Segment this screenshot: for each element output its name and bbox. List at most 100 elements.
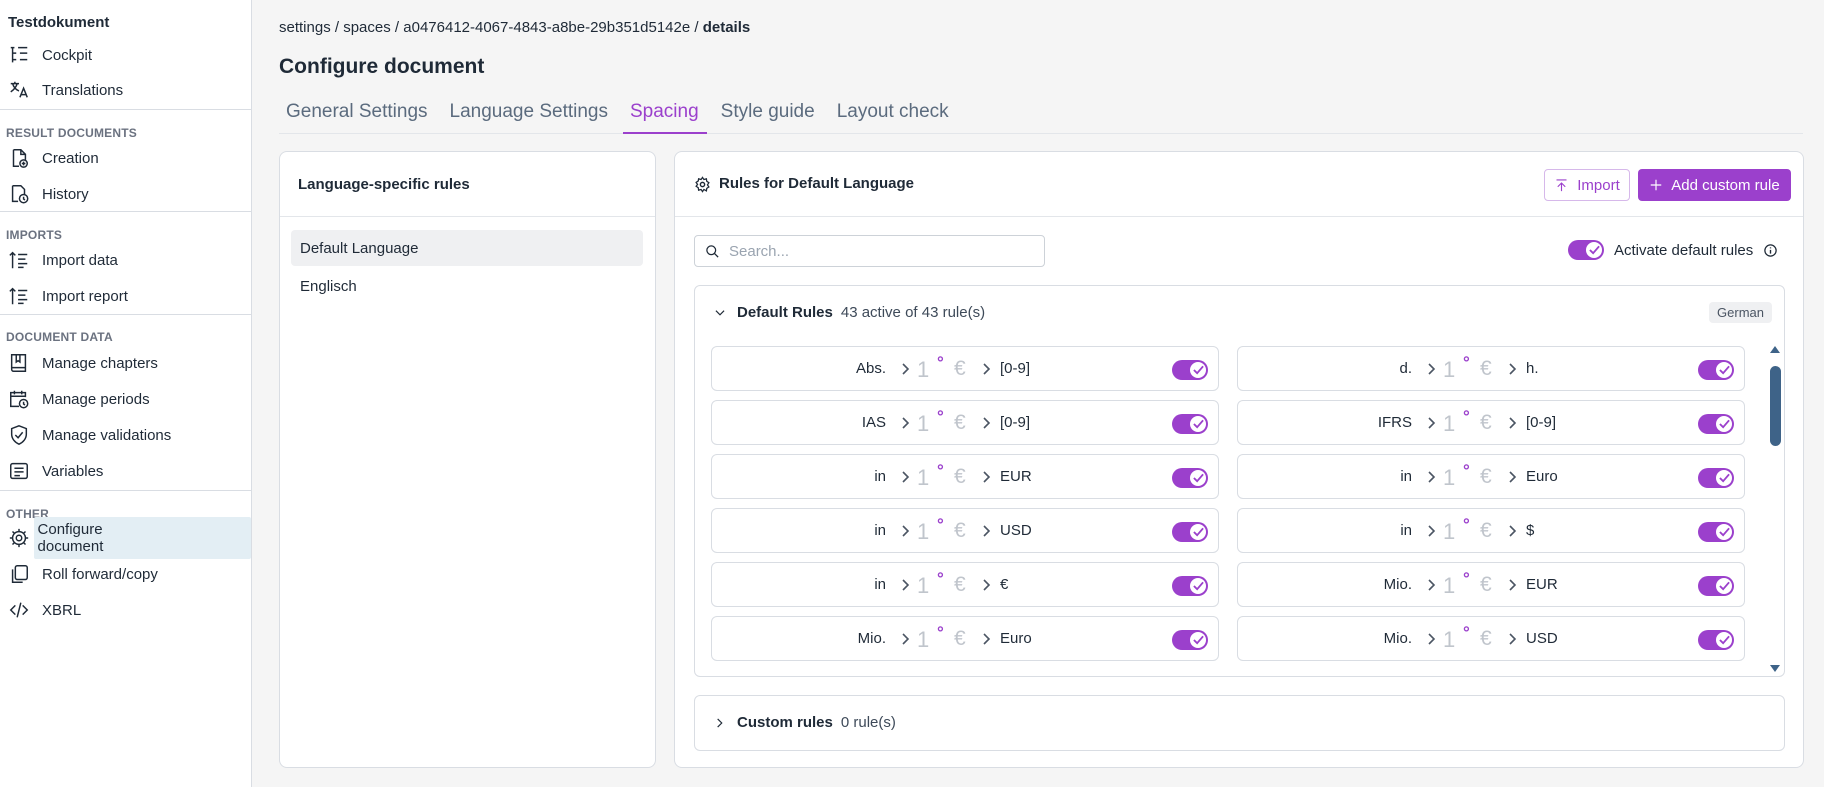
scroll-down-arrow[interactable] xyxy=(1770,665,1780,672)
sidebar-item-manage-validations[interactable]: Manage validations xyxy=(8,421,171,449)
chevron-right-icon xyxy=(983,633,991,645)
rule-toggle[interactable] xyxy=(1172,414,1208,434)
rule-toggle[interactable] xyxy=(1698,576,1734,596)
rule-toggle[interactable] xyxy=(1172,630,1208,650)
chevron-right-icon xyxy=(902,633,910,645)
custom-rules-section: Custom rules 0 rule(s) xyxy=(694,695,1785,751)
rule-card[interactable]: in 1 ° € Euro xyxy=(1237,454,1745,499)
tab-general-settings[interactable]: General Settings xyxy=(279,94,436,133)
search-input[interactable] xyxy=(729,242,1029,260)
rule-before: in xyxy=(874,468,886,485)
breadcrumb-space-id[interactable]: a0476412-4067-4843-a8be-29b351d5142e xyxy=(403,19,690,36)
rule-sample-digit: 1 xyxy=(1443,357,1456,382)
breadcrumb-spaces[interactable]: spaces xyxy=(343,19,391,36)
sidebar-item-import-report[interactable]: Import report xyxy=(8,282,128,310)
rule-toggle[interactable] xyxy=(1172,522,1208,542)
chevron-right-icon xyxy=(902,471,910,483)
breadcrumb-separator: / xyxy=(390,19,404,36)
rule-card[interactable]: IFRS 1 ° € [0-9] xyxy=(1237,400,1745,445)
history-icon xyxy=(8,183,36,205)
rule-card[interactable]: IAS 1 ° € [0-9] xyxy=(711,400,1219,445)
add-custom-rule-button[interactable]: Add custom rule xyxy=(1638,169,1791,201)
rule-toggle[interactable] xyxy=(1698,468,1734,488)
sidebar-item-xbrl[interactable]: XBRL xyxy=(8,596,81,624)
import-button[interactable]: Import xyxy=(1544,169,1630,201)
rule-toggle[interactable] xyxy=(1698,630,1734,650)
rule-after: EUR xyxy=(1000,468,1032,485)
activate-default-rules-toggle[interactable] xyxy=(1568,240,1604,260)
language-item-default[interactable]: Default Language xyxy=(291,230,643,266)
sidebar-item-manage-chapters[interactable]: Manage chapters xyxy=(8,349,158,377)
check-icon xyxy=(1193,419,1204,429)
language-panel: Language-specific rules Default Language… xyxy=(279,151,656,768)
search-box[interactable] xyxy=(694,235,1045,267)
rule-sample-currency: € xyxy=(954,465,966,488)
rule-toggle[interactable] xyxy=(1172,360,1208,380)
rule-card[interactable]: Abs. 1 ° € [0-9] xyxy=(711,346,1219,391)
rule-card[interactable]: in 1 ° € $ xyxy=(1237,508,1745,553)
rule-toggle[interactable] xyxy=(1698,522,1734,542)
chevron-right-icon xyxy=(1509,633,1517,645)
chevron-right-icon xyxy=(983,471,991,483)
rule-card[interactable]: Mio. 1 ° € EUR xyxy=(1237,562,1745,607)
rule-toggle[interactable] xyxy=(1172,576,1208,596)
rule-card[interactable]: Mio. 1 ° € Euro xyxy=(711,616,1219,661)
tab-bar: General Settings Language Settings Spaci… xyxy=(279,94,1803,134)
sidebar-item-label: History xyxy=(42,185,89,203)
chevron-right-icon xyxy=(902,363,910,375)
chevron-right-icon xyxy=(983,579,991,591)
rule-sample-currency: € xyxy=(1480,357,1492,380)
rule-sample-digit: 1 xyxy=(917,465,930,490)
creation-icon xyxy=(8,147,36,169)
sidebar-divider xyxy=(0,314,251,315)
rule-card[interactable]: in 1 ° € € xyxy=(711,562,1219,607)
rule-toggle[interactable] xyxy=(1172,468,1208,488)
rule-card[interactable]: Mio. 1 ° € USD xyxy=(1237,616,1745,661)
language-item-englisch[interactable]: Englisch xyxy=(291,268,643,304)
rule-before: in xyxy=(1400,522,1412,539)
rule-before: Mio. xyxy=(857,630,886,647)
rule-before: in xyxy=(1400,468,1412,485)
scroll-up-arrow[interactable] xyxy=(1770,346,1780,353)
tab-spacing[interactable]: Spacing xyxy=(623,94,707,134)
sidebar-item-configure-document[interactable]: Configure document xyxy=(8,517,251,559)
tab-style-guide[interactable]: Style guide xyxy=(714,94,823,133)
sidebar-item-manage-periods[interactable]: Manage periods xyxy=(8,385,150,413)
rule-card[interactable]: in 1 ° € USD xyxy=(711,508,1219,553)
breadcrumb-current: details xyxy=(702,19,751,36)
rule-toggle[interactable] xyxy=(1698,360,1734,380)
sidebar-item-creation[interactable]: Creation xyxy=(8,144,99,172)
default-rules-header[interactable]: Default Rules 43 active of 43 rule(s) xyxy=(713,304,985,321)
sidebar-item-label: Import data xyxy=(42,251,118,269)
chevron-right-icon xyxy=(902,417,910,429)
sidebar-divider xyxy=(0,490,251,491)
chevron-right-icon xyxy=(902,525,910,537)
tab-language-settings[interactable]: Language Settings xyxy=(443,94,616,133)
rule-card[interactable]: in 1 ° € EUR xyxy=(711,454,1219,499)
rule-toggle[interactable] xyxy=(1698,414,1734,434)
rule-card[interactable]: d. 1 ° € h. xyxy=(1237,346,1745,391)
sidebar-item-cockpit[interactable]: Cockpit xyxy=(8,41,92,69)
rule-sample-degree: ° xyxy=(937,569,944,588)
breadcrumb-settings[interactable]: settings xyxy=(279,19,331,36)
sidebar-item-variables[interactable]: Variables xyxy=(8,457,103,485)
scroll-thumb[interactable] xyxy=(1770,366,1781,446)
sidebar-item-translations[interactable]: Translations xyxy=(8,76,123,104)
default-rules-section: Default Rules 43 active of 43 rule(s) Ge… xyxy=(694,285,1785,677)
chevron-right-icon xyxy=(1428,579,1436,591)
breadcrumb: settings / spaces / a0476412-4067-4843-a… xyxy=(279,19,750,36)
rule-before: Mio. xyxy=(1383,630,1412,647)
sidebar-item-roll-forward[interactable]: Roll forward/copy xyxy=(8,560,158,588)
rule-after: [0-9] xyxy=(1000,414,1031,431)
rule-sample-degree: ° xyxy=(1463,407,1470,426)
rules-panel-title: Rules for Default Language xyxy=(719,175,915,192)
scrollbar[interactable] xyxy=(1769,346,1781,672)
chevron-right-icon xyxy=(1428,633,1436,645)
info-icon[interactable] xyxy=(1763,243,1778,258)
sidebar-item-history[interactable]: History xyxy=(8,180,89,208)
tab-layout-check[interactable]: Layout check xyxy=(830,94,957,133)
custom-rules-header[interactable]: Custom rules 0 rule(s) xyxy=(713,714,896,731)
rule-before: IFRS xyxy=(1377,414,1412,431)
sidebar-item-import-data[interactable]: Import data xyxy=(8,246,118,274)
sidebar-item-label: Cockpit xyxy=(42,46,93,64)
